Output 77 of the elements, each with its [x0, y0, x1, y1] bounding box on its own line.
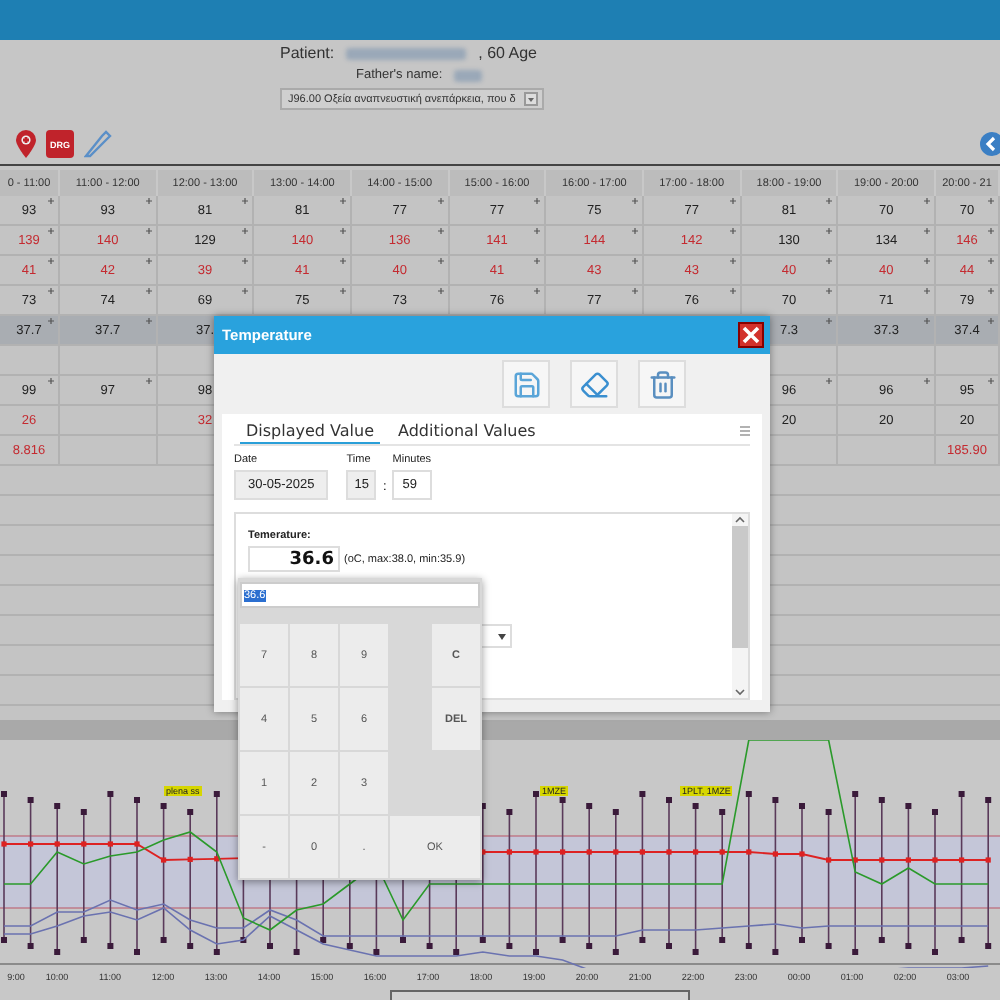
- plus-icon[interactable]: [988, 378, 994, 384]
- plus-icon[interactable]: [988, 258, 994, 264]
- back-icon[interactable]: [980, 132, 1000, 156]
- plus-icon[interactable]: [145, 198, 152, 204]
- plus-icon[interactable]: [988, 228, 994, 234]
- caret-icon: [498, 633, 506, 639]
- plus-icon[interactable]: [924, 228, 930, 234]
- plus-icon[interactable]: [924, 288, 930, 294]
- plus-icon[interactable]: [242, 258, 249, 264]
- plus-icon[interactable]: [826, 288, 833, 294]
- plus-icon[interactable]: [729, 228, 736, 234]
- plus-icon[interactable]: [437, 198, 444, 204]
- redacted-name: [346, 47, 467, 59]
- plus-icon[interactable]: [729, 288, 736, 294]
- plus-icon[interactable]: [632, 288, 638, 294]
- save-button[interactable]: [502, 360, 550, 408]
- plus-icon[interactable]: [924, 378, 930, 384]
- caret-icon: [527, 97, 534, 101]
- scroll-down-icon[interactable]: [734, 688, 746, 698]
- pen-icon[interactable]: [84, 130, 112, 158]
- plus-icon[interactable]: [988, 198, 994, 204]
- eraser-icon: [579, 369, 609, 399]
- tab[interactable]: Displayed Value: [240, 422, 380, 444]
- map-pin-icon[interactable]: [16, 130, 36, 158]
- plus-icon[interactable]: [145, 318, 152, 324]
- plus-icon[interactable]: [924, 318, 930, 324]
- tab[interactable]: Additional Values: [392, 422, 542, 444]
- menu-icon[interactable]: [740, 426, 750, 436]
- delete-button[interactable]: [638, 360, 686, 408]
- plus-icon[interactable]: [145, 228, 152, 234]
- plus-icon[interactable]: [826, 228, 833, 234]
- plus-icon[interactable]: [924, 198, 930, 204]
- plus-icon[interactable]: [48, 198, 54, 204]
- plus-icon[interactable]: [48, 258, 54, 264]
- plus-icon[interactable]: [534, 228, 541, 234]
- plus-icon[interactable]: [826, 198, 833, 204]
- plus-icon[interactable]: [242, 198, 249, 204]
- plus-icon[interactable]: [340, 228, 346, 234]
- plus-icon[interactable]: [826, 378, 833, 384]
- plus-icon[interactable]: [534, 198, 541, 204]
- patient-label: Patient:: [280, 44, 335, 62]
- patient-age: , 60 Age: [478, 44, 537, 62]
- save-icon: [511, 369, 541, 399]
- plus-icon[interactable]: [145, 378, 152, 384]
- plus-icon[interactable]: [145, 288, 152, 294]
- plus-icon[interactable]: [48, 378, 54, 384]
- redacted-name: [454, 69, 483, 81]
- plus-icon[interactable]: [729, 258, 736, 264]
- plus-icon[interactable]: [48, 318, 54, 324]
- plus-icon[interactable]: [988, 318, 994, 324]
- temperature-field[interactable]: 36.6: [248, 546, 340, 572]
- plus-icon[interactable]: [826, 258, 833, 264]
- plus-icon[interactable]: [145, 258, 152, 264]
- plus-icon[interactable]: [48, 228, 54, 234]
- plus-icon[interactable]: [924, 258, 930, 264]
- scrollbar[interactable]: [732, 514, 748, 698]
- eraser-button[interactable]: [570, 360, 618, 408]
- plus-icon[interactable]: [242, 288, 249, 294]
- plus-icon[interactable]: [340, 198, 346, 204]
- trash-icon: [647, 369, 677, 399]
- plus-icon[interactable]: [988, 288, 994, 294]
- plus-icon[interactable]: [437, 228, 444, 234]
- plus-icon[interactable]: [826, 318, 833, 324]
- plus-icon[interactable]: [729, 198, 736, 204]
- plus-icon[interactable]: [340, 258, 346, 264]
- plus-icon[interactable]: [534, 258, 541, 264]
- plus-icon[interactable]: [534, 288, 541, 294]
- plus-icon[interactable]: [632, 228, 638, 234]
- plus-icon[interactable]: [48, 288, 54, 294]
- plus-icon[interactable]: [340, 288, 346, 294]
- plus-icon[interactable]: [242, 228, 249, 234]
- plus-icon[interactable]: [632, 198, 638, 204]
- plus-icon[interactable]: [437, 258, 444, 264]
- close-button[interactable]: [738, 322, 764, 348]
- plus-icon[interactable]: [632, 258, 638, 264]
- plus-icon[interactable]: [437, 288, 444, 294]
- scroll-up-icon[interactable]: [734, 514, 746, 524]
